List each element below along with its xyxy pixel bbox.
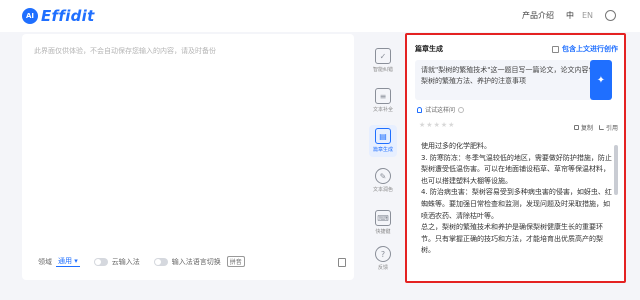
- sidebar-item-label: 篇章生成: [372, 147, 393, 153]
- try-suggestion-label: 试试这样问: [425, 107, 456, 114]
- try-suggestion[interactable]: 试试这样问: [417, 105, 465, 114]
- result-paragraph: 使用过多的化学肥料。: [421, 142, 491, 150]
- sidebar-item-complete[interactable]: ≡ 文本补全: [366, 88, 400, 113]
- copy-label: 复制: [580, 125, 593, 132]
- sidebar-item-feedback[interactable]: ? 反馈: [366, 246, 400, 271]
- language-switch-label: 输入法语言切换: [171, 257, 221, 266]
- copy-icon[interactable]: [338, 258, 346, 267]
- domain-value: 通用: [58, 257, 72, 265]
- domain-select[interactable]: 通用 ▾: [56, 256, 80, 267]
- copy-button[interactable]: 复制: [573, 123, 593, 132]
- cloud-input-toggle[interactable]: [93, 257, 108, 266]
- top-bar: AI Effidit 产品介绍 中 EN: [0, 0, 640, 32]
- bulb-icon: [417, 106, 422, 113]
- star-icon[interactable]: ★: [426, 121, 432, 129]
- result-actions: 复制 引用: [568, 123, 618, 132]
- article-generate-icon: ▤: [375, 128, 391, 144]
- text-editor[interactable]: 此界面仅供体验，不会自动保存您输入的内容，请及时备份 领域 通用 ▾ 云输入法 …: [22, 34, 354, 280]
- star-icon[interactable]: ★: [419, 121, 425, 129]
- result-paragraph: 总之，梨树的繁殖技术和养护是确保梨树健康生长的重要环节。只有掌握正确的技巧和方法…: [421, 223, 603, 255]
- text-polish-icon: ✎: [375, 168, 391, 184]
- generate-button[interactable]: ✦: [590, 60, 612, 100]
- text-complete-icon: ≡: [375, 88, 391, 104]
- domain-label: 领域: [38, 257, 52, 266]
- result-paragraph: 4. 防治病虫害：梨树容易受到多种病虫害的侵害，如蚜虫、红蜘蛛等。要加强日常检查…: [421, 188, 612, 220]
- pinyin-badge[interactable]: 拼音: [226, 256, 245, 267]
- prompt-input[interactable]: 请就"梨树的繁殖技术"这一题目写一篇论文，论文内容包括梨树的繁殖方法、养护的注意…: [415, 60, 609, 100]
- top-nav: 产品介绍 中 EN: [522, 10, 616, 21]
- cloud-input-label: 云输入法: [111, 257, 140, 266]
- sidebar-item-generate[interactable]: ▤ 篇章生成: [366, 125, 400, 157]
- panel-title: 篇章生成: [415, 45, 443, 53]
- lang-zh-toggle[interactable]: 中: [566, 10, 574, 21]
- feedback-icon: ?: [375, 246, 391, 262]
- include-context-checkbox[interactable]: [552, 45, 559, 53]
- sparkle-icon: ✦: [596, 74, 606, 86]
- keyboard-icon: ⌨: [375, 210, 391, 226]
- lang-en-toggle[interactable]: EN: [582, 11, 593, 20]
- sidebar-item-label: 反馈: [377, 265, 388, 271]
- copy-icon: [573, 125, 579, 130]
- result-scrollbar[interactable]: [614, 145, 618, 195]
- sidebar-item-label: 快捷键: [375, 229, 391, 235]
- logo[interactable]: AI Effidit: [22, 7, 95, 25]
- sidebar-item-label: 文本润色: [372, 187, 393, 193]
- star-icon[interactable]: ★: [441, 121, 447, 129]
- sidebar-item-correct[interactable]: ✓ 智能纠错: [366, 48, 400, 73]
- rating-stars[interactable]: ★ ★ ★ ★ ★: [419, 121, 455, 129]
- sidebar-item-label: 智能纠错: [372, 67, 393, 73]
- sidebar-item-label: 文本补全: [372, 107, 393, 113]
- logo-text: Effidit: [41, 7, 95, 25]
- quote-label: 引用: [605, 125, 618, 132]
- article-generation-panel: 篇章生成 包含上文进行创作 请就"梨树的繁殖技术"这一题目写一篇论文，论文内容包…: [405, 33, 626, 283]
- quote-icon: [598, 125, 604, 130]
- language-switch-toggle[interactable]: [153, 257, 168, 266]
- sidebar-item-polish[interactable]: ✎ 文本润色: [366, 168, 400, 193]
- result-paragraph: 3. 防寒防冻：冬季气温较低的地区，需要做好防护措施，防止梨树遭受低温伤害。可以…: [421, 153, 612, 185]
- logo-icon: AI: [22, 8, 38, 24]
- product-intro-link[interactable]: 产品介绍: [522, 10, 554, 21]
- panel-header: 篇章生成 包含上文进行创作: [415, 44, 620, 56]
- quote-button[interactable]: 引用: [598, 123, 618, 132]
- rating-row: ★ ★ ★ ★ ★ 复制 引用: [415, 121, 620, 133]
- info-icon[interactable]: [458, 106, 465, 113]
- generated-result: 使用过多的化学肥料。 3. 防寒防冻：冬季气温较低的地区，需要做好防护措施，防止…: [421, 141, 613, 257]
- sidebar-item-shortcuts[interactable]: ⌨ 快捷键: [366, 210, 400, 235]
- star-icon[interactable]: ★: [434, 121, 440, 129]
- user-icon[interactable]: [605, 10, 616, 21]
- include-context-option[interactable]: 包含上文进行创作: [552, 44, 618, 54]
- star-icon[interactable]: ★: [448, 121, 454, 129]
- editor-placeholder: 此界面仅供体验，不会自动保存您输入的内容，请及时备份: [34, 47, 216, 55]
- include-context-label: 包含上文进行创作: [562, 45, 618, 53]
- text-correct-icon: ✓: [375, 48, 391, 64]
- editor-footer: 领域 通用 ▾ 云输入法 输入法语言切换 拼音: [38, 256, 245, 267]
